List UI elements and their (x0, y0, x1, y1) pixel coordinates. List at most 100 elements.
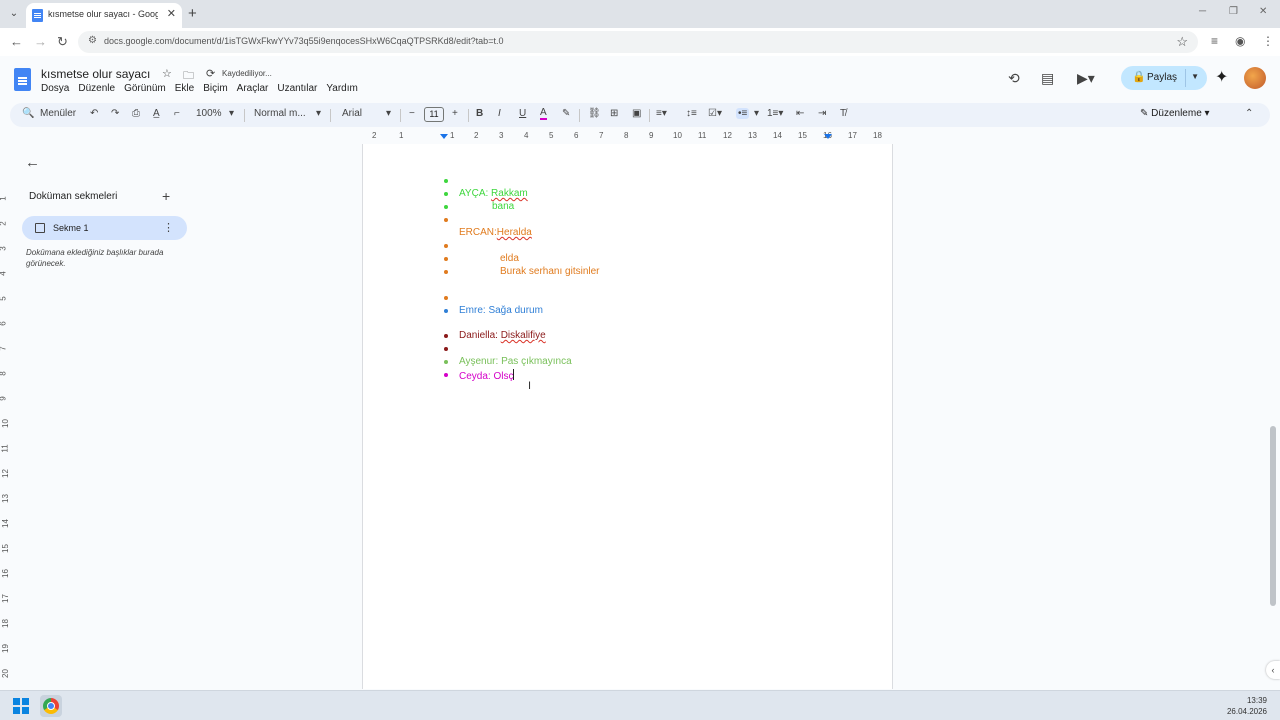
menu-extensions[interactable]: Uzantılar (277, 83, 317, 97)
checklist-icon[interactable]: ☑▾ (708, 108, 722, 119)
star-icon[interactable]: ☆ (162, 67, 172, 80)
comments-icon[interactable]: ▤ (1041, 70, 1054, 87)
document-page[interactable]: AYÇA: Rakkam bana ERCAN:Heralda elda Burak s… (362, 144, 893, 689)
decrease-indent-icon[interactable]: ⇤ (796, 108, 804, 119)
share-dropdown-icon[interactable]: ▼ (1191, 72, 1199, 81)
close-window-icon[interactable]: ✕ (1259, 6, 1267, 17)
new-tab-icon[interactable]: + (188, 5, 197, 22)
document-line[interactable]: Daniella: Diskalifiye (459, 330, 546, 341)
text-color-icon[interactable]: A (540, 108, 547, 120)
decrease-font-icon[interactable]: − (409, 108, 415, 119)
redo-icon[interactable]: ↷ (111, 108, 119, 119)
highlight-icon[interactable]: ✎ (562, 108, 570, 119)
pencil-icon: ✎ (1140, 108, 1152, 119)
search-menus-icon[interactable]: 🔍 (22, 108, 34, 119)
scrollbar[interactable] (1270, 426, 1276, 606)
menu-tools[interactable]: Araçlar (237, 83, 269, 97)
chrome-taskbar-button[interactable] (40, 695, 62, 717)
increase-font-icon[interactable]: + (452, 108, 458, 119)
font-select[interactable]: Arial (342, 108, 362, 119)
browser-menu-icon[interactable]: ⋮ (1262, 34, 1274, 48)
underline-icon[interactable]: U (519, 108, 526, 119)
close-tab-icon[interactable]: ✕ (167, 7, 176, 20)
paint-format-icon[interactable]: ⌐ (174, 108, 180, 119)
tab-search-icon[interactable]: ⌄ (6, 6, 22, 22)
add-comment-icon[interactable]: ⊞ (610, 108, 618, 119)
document-line[interactable]: Ceyda: Olsç (459, 369, 515, 382)
share-button[interactable]: 🔒 Paylaş ▼ (1121, 66, 1207, 90)
link-icon[interactable]: ⛓ (588, 108, 601, 119)
menu-file[interactable]: Dosya (41, 83, 69, 97)
horizontal-ruler[interactable]: 2 1 1 2 3 4 5 6 7 8 9 10 11 12 13 14 15 … (362, 130, 892, 142)
bulleted-list-dropdown-icon[interactable]: ▾ (754, 108, 759, 119)
zoom-dropdown-icon[interactable]: ▾ (229, 108, 234, 119)
windows-start-icon[interactable] (13, 698, 29, 714)
ruler-tick-label: 16 (0, 569, 10, 578)
close-outline-icon[interactable]: ← (25, 154, 40, 171)
menu-edit[interactable]: Düzenle (78, 83, 115, 97)
meet-icon[interactable]: ▶▾ (1077, 70, 1095, 87)
line-spacing-icon[interactable]: ↕≡ (686, 108, 697, 119)
gemini-icon[interactable]: ✦ (1215, 67, 1228, 87)
collapse-menus-icon[interactable]: ⌃ (1245, 108, 1253, 119)
docs-logo-icon[interactable] (14, 68, 31, 91)
document-line[interactable]: bana (492, 201, 514, 212)
undo-icon[interactable]: ↶ (90, 108, 98, 119)
numbered-list-icon[interactable]: 1≡▾ (767, 108, 783, 119)
restore-icon[interactable]: ❐ (1229, 6, 1238, 17)
omnibox[interactable]: ⚙ docs.google.com/document/d/1isTGWxFkwY… (78, 31, 1198, 53)
editing-mode-select[interactable]: ✎ Düzenleme ▾ (1140, 108, 1210, 119)
clear-formatting-icon[interactable]: T̸ (840, 108, 846, 119)
document-line[interactable]: ERCAN:Heralda (459, 227, 532, 238)
line-text: Heralda (496, 227, 532, 238)
document-title[interactable]: kısmetse olur sayacı (41, 67, 150, 81)
search-menus-label[interactable]: Menüler (40, 108, 76, 119)
style-dropdown-icon[interactable]: ▾ (316, 108, 321, 119)
insert-image-icon[interactable]: ▣ (632, 108, 641, 119)
add-tab-icon[interactable]: + (162, 188, 170, 204)
bookmark-star-icon[interactable]: ☆ (1176, 34, 1188, 50)
back-icon[interactable]: ← (10, 34, 23, 49)
menu-format[interactable]: Biçim (203, 83, 227, 97)
browser-tab[interactable]: kısmetse olur sayacı - Google D ✕ (26, 3, 182, 28)
spellcheck-icon[interactable]: A̲ (153, 108, 160, 119)
system-clock[interactable]: 13:39 26.04.2026 (1227, 695, 1267, 717)
more-options-icon[interactable]: ⋮ (163, 221, 174, 234)
font-size-input[interactable]: 11 (424, 107, 444, 122)
font-dropdown-icon[interactable]: ▾ (386, 108, 391, 119)
reload-icon[interactable]: ↻ (57, 34, 68, 50)
vertical-ruler[interactable]: 1 2 3 4 5 6 7 8 9 10 11 12 13 14 15 16 1… (0, 144, 12, 689)
document-line[interactable]: Ayşenur: Pas çıkmayınca (459, 356, 572, 367)
bold-icon[interactable]: B (476, 108, 483, 119)
version-history-icon[interactable]: ⟲ (1008, 70, 1020, 87)
menu-insert[interactable]: Ekle (175, 83, 194, 97)
forward-icon[interactable]: → (34, 34, 47, 49)
bulleted-list-icon[interactable]: •≡ (736, 108, 750, 119)
document-line[interactable]: elda (500, 253, 519, 264)
site-info-icon[interactable]: ⚙ (88, 35, 97, 46)
right-indent-marker[interactable] (824, 134, 832, 139)
minimize-icon[interactable]: ─ (1199, 6, 1206, 17)
toolbar-divider (244, 109, 245, 122)
editing-mode-label: Düzenleme (1151, 108, 1202, 119)
left-indent-marker[interactable] (440, 134, 448, 139)
menu-view[interactable]: Görünüm (124, 83, 166, 97)
style-select[interactable]: Normal m... (254, 108, 306, 119)
line-speaker: Ayşenur: (459, 356, 502, 367)
reading-list-icon[interactable]: ≡ (1211, 34, 1218, 48)
document-tab-item[interactable]: Sekme 1 ⋮ (22, 216, 187, 240)
ruler-tick-label: 5 (549, 131, 554, 140)
align-icon[interactable]: ≡▾ (656, 108, 667, 119)
side-panel-toggle-icon[interactable]: ‹ (1266, 661, 1280, 679)
ruler-tick-label: 13 (748, 131, 757, 140)
document-line[interactable]: Burak serhanı gitsinler (500, 266, 600, 277)
zoom-select[interactable]: 100% (196, 108, 222, 119)
document-line[interactable]: Emre: Sağa durum (459, 305, 543, 316)
italic-icon[interactable]: I (498, 108, 501, 119)
profile-icon[interactable]: ◉ (1235, 34, 1245, 48)
print-icon[interactable]: ⎙ (132, 108, 140, 119)
avatar[interactable] (1244, 67, 1266, 89)
menu-help[interactable]: Yardım (326, 83, 358, 97)
document-line[interactable]: AYÇA: Rakkam (459, 188, 528, 199)
increase-indent-icon[interactable]: ⇥ (818, 108, 826, 119)
